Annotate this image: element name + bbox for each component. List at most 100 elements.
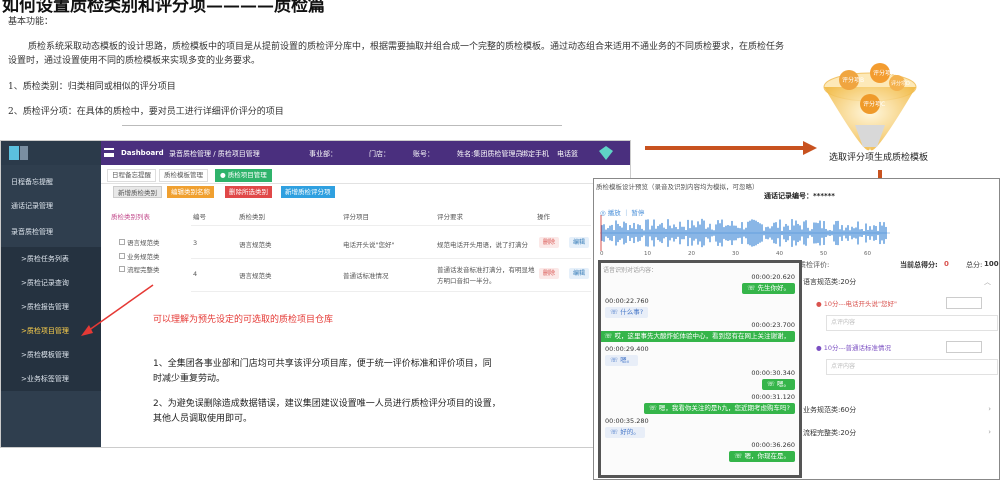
timeline-tick-label: 20 (688, 251, 695, 257)
tab-schedule[interactable]: 日程备忘提醒 (107, 169, 156, 182)
category-list-panel: 质检类别列表 语言规范类 业务规范类 流程完整类 (111, 211, 171, 291)
category-item[interactable]: 业务规范类 (119, 251, 160, 261)
note-line: 时减少重复劳动。 (153, 374, 226, 384)
qc-evaluation-label: 质检评价: (799, 261, 830, 269)
funnel-caption: 选取评分项生成质检模板 (829, 153, 929, 163)
bind-phone-link[interactable]: 绑定手机 (521, 149, 549, 159)
transcript-header: 语音识别对话内容： (603, 267, 658, 274)
category-list-title: 质检类别列表 (111, 213, 150, 221)
sidebar-item-recording-qc[interactable]: 录音质检管理 (1, 220, 101, 244)
score-select[interactable] (946, 297, 982, 309)
topbar-username: 姓名:集团质检管理员 (457, 150, 523, 158)
timeline-tick-label: 30 (732, 251, 739, 257)
score-ball-label-a: 评分项A (873, 69, 896, 77)
checkbox[interactable] (119, 253, 125, 259)
column-header: 编号 (193, 213, 206, 221)
chevron-right-icon[interactable]: › (988, 428, 991, 436)
transcript-panel: 语音识别对话内容： 00:00:20.620 ☏ 先生你好。 00:00:22.76… (598, 260, 802, 478)
score-ball-label-c: 评分项C (863, 100, 885, 108)
chevron-up-icon[interactable]: ︿ (984, 277, 991, 287)
phone-basket[interactable]: 电话篮 (557, 149, 578, 159)
chat-message: ☏ 嗯。 (605, 355, 639, 366)
pointer-arrow (81, 284, 154, 336)
qc-item-library-caption: 可以理解为预先设定的可选取的质检项目仓库 (153, 315, 334, 325)
table-cell: 3 (193, 239, 198, 247)
checkbox[interactable] (119, 239, 125, 245)
edit-button[interactable]: 编辑 (569, 237, 590, 248)
score-select[interactable] (946, 341, 982, 353)
chat-message: ☏ 嗯，我看你关注的是h九，您近期考虑购车吗? (643, 403, 795, 414)
chat-message: ☏ 哎，这里事先大酸炸蛇体验中心，看到您有在网上关注谢谢， (601, 331, 795, 342)
score-ball-label-b: 评分项B (842, 76, 864, 84)
column-header: 评分要求 (437, 213, 463, 221)
note-line: 其他人员调取使用即可。 (153, 414, 253, 424)
section-heading: 基本功能： (8, 17, 54, 27)
category-item[interactable]: 流程完整类 (119, 264, 160, 274)
chat-message: ☏ 嗯。 (761, 379, 795, 390)
sidebar-item-task-list[interactable]: >质检任务列表 (1, 247, 101, 271)
column-header: 评分项目 (343, 213, 369, 221)
template-preview: 质检模板设计预览（录音及识别内容均为模拟，可忽略） 通话记录编号：****** … (593, 178, 1000, 480)
table-cell: 普通话发音标准打满分，有明显地 (437, 266, 535, 274)
rename-category-button[interactable]: 编辑类别名称 (167, 186, 214, 198)
sidebar-item-tags[interactable]: >业务标签管理 (1, 367, 101, 391)
add-score-item-button[interactable]: 新增质检评分项 (281, 186, 335, 198)
delete-button[interactable]: 删除 (539, 268, 560, 279)
nav-dashboard-link[interactable]: Dashboard (121, 149, 164, 157)
total-score-label: 总分: (966, 261, 983, 269)
chat-message: ☏ 好的。 (605, 427, 645, 438)
page-title: 如何设置质检类别和评分项————质检篇 (2, 0, 325, 16)
category-process[interactable]: 流程完整类:20分 (803, 428, 856, 438)
timeline-tick-label: 10 (644, 251, 651, 257)
diamond-icon[interactable] (598, 145, 614, 161)
tab-templates[interactable]: 质检模板管理 (159, 169, 208, 182)
category-business[interactable]: 业务规范类:60分 (803, 405, 856, 415)
category-item[interactable]: 语言规范类 (119, 237, 160, 247)
timeline-tick-label: 60 (864, 251, 871, 257)
sidebar-item-calls[interactable]: 通话记录管理 (1, 194, 101, 218)
score-item-mandarin: ● 10分---普通话标准情况 (816, 344, 892, 352)
definition-score-item: 2、质检评分项：在具体的质检中，要对员工进行详细评价评分的项目 (8, 107, 284, 117)
total-score-value: 100 (984, 260, 999, 268)
breadcrumb: 录音质检管理 / 质检项目管理 (169, 150, 260, 158)
delete-button[interactable]: 删除 (539, 237, 560, 248)
comment-input[interactable]: 点评内容 (826, 359, 998, 375)
topbar-account: 账号： (413, 150, 434, 158)
chat-message: ☏ 什么事? (605, 307, 649, 318)
definition-category: 1、质检类别：归类相同或相似的评分项目 (8, 82, 176, 92)
timeline-ticks: 0 10 20 30 40 50 60 (600, 251, 890, 259)
message-timestamp: 00:00:30.340 (751, 369, 795, 377)
admin-screenshot: Dashboard 录音质检管理 / 质检项目管理 事业部： 门店： 账号： 姓… (0, 140, 631, 448)
note-line: 2、为避免误删除造成数据错误，建议集团建议设置唯一人员进行质检评分项目的设置， (153, 399, 501, 409)
chevron-right-icon[interactable]: › (988, 405, 991, 413)
column-header: 操作 (537, 213, 550, 221)
table-cell: 规范电话开头用语，说了打满分 (437, 241, 528, 249)
sidebar-item-schedule[interactable]: 日程备忘提醒 (1, 170, 101, 194)
tab-strip: 日程备忘提醒 质检模板管理 ● 质检项目管理 (101, 166, 630, 184)
timeline-tick-label: 40 (776, 251, 783, 257)
audio-waveform[interactable] (600, 215, 890, 251)
edit-button[interactable]: 编辑 (569, 268, 590, 279)
arrow-right-icon (645, 141, 817, 155)
menu-toggle-icon[interactable] (104, 148, 114, 157)
divider (122, 125, 562, 126)
add-category-button[interactable]: 新增质检类别 (113, 186, 162, 198)
delete-category-button[interactable]: 删除所选类别 (225, 186, 272, 198)
preview-title: 质检模板设计预览（录音及识别内容均为模拟，可忽略） (596, 183, 759, 191)
table-cell: 语言规范类 (239, 241, 272, 249)
table-cell: 4 (193, 270, 198, 278)
sidebar-item-templates[interactable]: >质检模板管理 (1, 343, 101, 367)
comment-input[interactable]: 点评内容 (826, 315, 998, 331)
checkbox[interactable] (119, 266, 125, 272)
table-cell: 电话开头说"您好" (343, 241, 395, 249)
category-language[interactable]: 语言规范类:20分 (803, 277, 856, 287)
table-cell: 普通话标准情况 (343, 272, 389, 280)
column-header: 质检类别 (239, 213, 265, 221)
tab-qc-items[interactable]: ● 质检项目管理 (215, 169, 272, 182)
funnel-graphic: 评分项A 评分项B 评分项C 评分项D (823, 63, 917, 151)
message-timestamp: 00:00:35.280 (605, 417, 649, 425)
timeline-tick-label: 50 (820, 251, 827, 257)
message-timestamp: 00:00:31.120 (751, 393, 795, 401)
paragraph-line-2: 设置时，通过设置使用不同的质检模板来实现多变的业务要求。 (8, 56, 261, 66)
app-logo (1, 141, 101, 165)
